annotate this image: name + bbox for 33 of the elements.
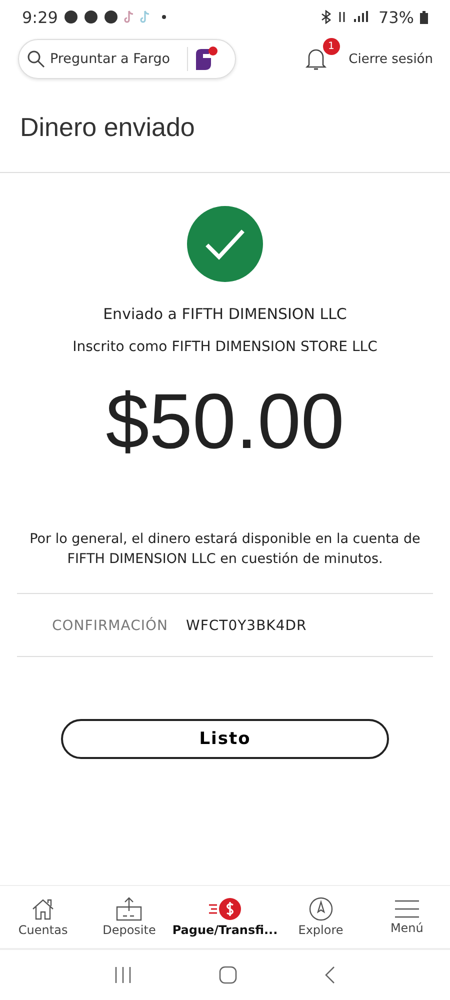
nav-tab[interactable]: Pague/Transfi... [172,897,278,937]
compass-icon [308,897,333,921]
deposit-icon [115,897,144,921]
search-bar[interactable]: Preguntar a Fargo [18,39,236,79]
battery-level: 73% [378,8,414,26]
success-check-icon [187,206,263,282]
recent-apps-icon[interactable] [114,967,132,983]
back-icon[interactable] [324,966,336,984]
done-button[interactable]: Listo [61,719,389,759]
amount-text: $50.00 [104,376,346,467]
status-time: 9:29 [22,8,58,26]
confirmation-number: WFCT0Y3BK4DR [186,618,307,634]
availability-note: Por lo general, el dinero estará disponible en la cuenta de FIFTH DIMENSION LLC en cuestión de minutos. [28,530,422,569]
bell-icon[interactable] [304,47,327,71]
battery-icon [420,10,428,24]
search-icon [27,50,45,68]
notification-badge: 1 [322,38,340,55]
nav-tab[interactable]: Explore [278,897,364,937]
assistant-icon[interactable] [193,46,219,72]
nav-tab[interactable]: Deposite [86,897,172,937]
menu-icon [394,899,420,919]
dot-icon [162,15,166,19]
confirmation-label: CONFIRMACIÓN [52,618,168,634]
home-button-icon[interactable] [218,966,237,984]
enrolled-text: Inscrito como FIFTH DIMENSION STORE LLC [72,339,378,355]
nav-tab[interactable]: Menú [364,899,450,935]
recipient-text: Enviado a FIFTH DIMENSION LLC [102,305,348,323]
nav-tab[interactable]: Cuentas [0,897,86,937]
page-title: Dinero enviado [20,112,196,144]
payment-icon [208,897,242,921]
logout-link[interactable]: Cierre sesión [348,52,433,66]
music-note-icon [124,10,134,24]
music-note-icon [140,10,150,24]
